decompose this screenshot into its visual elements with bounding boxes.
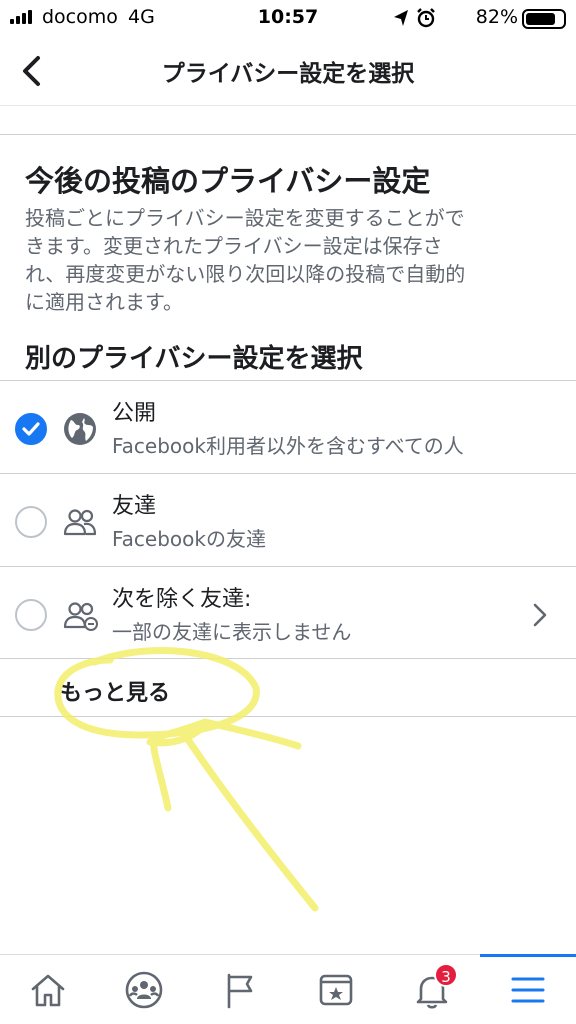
battery-icon	[522, 9, 566, 29]
page-title: プライバシー設定を選択	[161, 61, 415, 87]
checkmark-icon	[22, 422, 40, 436]
home-icon	[31, 974, 65, 1007]
tab-home[interactable]	[0, 955, 96, 1024]
tab-menu[interactable]	[480, 954, 576, 1024]
section-title: 今後の投稿のプライバシー設定	[25, 164, 431, 198]
privacy-option-public[interactable]: 公開 Facebook利用者以外を含むすべての人	[0, 380, 576, 473]
chevron-right-icon	[533, 603, 547, 627]
groups-icon	[125, 971, 163, 1009]
status-bar: docomo 4G 10:57 82%	[0, 0, 576, 34]
battery-percent: 82%	[475, 6, 518, 28]
radio-unselected[interactable]	[15, 599, 47, 631]
description-line: きます。変更されたプライバシー設定は保存さ	[25, 234, 443, 258]
privacy-option-list: 公開 Facebook利用者以外を含むすべての人 友達 Facebookの友達 …	[0, 380, 576, 659]
option-description: Facebookの友達	[112, 527, 266, 551]
see-more-label: もっと見る	[60, 681, 171, 706]
bottom-tab-bar: 3	[0, 954, 576, 1024]
location-arrow-icon	[394, 10, 408, 26]
tab-groups[interactable]	[96, 955, 192, 1024]
bookmark-icon	[319, 974, 353, 1006]
section-description: 投稿ごとにプライバシー設定を変更することがで きます。変更されたプライバシー設定…	[25, 204, 555, 316]
pages-flag-icon	[227, 973, 253, 1009]
privacy-option-friends-except[interactable]: 次を除く友達: 一部の友達に表示しません	[0, 566, 576, 659]
description-line: れ、再度変更がない限り次回以降の投稿で自動的	[25, 262, 466, 286]
tab-notifications[interactable]: 3	[384, 955, 480, 1024]
description-line: 投稿ごとにプライバシー設定を変更することがで	[25, 206, 465, 230]
friends-except-icon	[63, 602, 98, 631]
description-line: に適用されます。	[25, 290, 183, 314]
privacy-option-friends[interactable]: 友達 Facebookの友達	[0, 473, 576, 566]
option-label: 友達	[112, 494, 157, 519]
nav-header: プライバシー設定を選択	[0, 36, 576, 106]
option-description: 一部の友達に表示しません	[112, 620, 352, 644]
see-more-row[interactable]: もっと見る	[0, 659, 576, 717]
friends-icon	[63, 509, 97, 536]
option-description: Facebook利用者以外を含むすべての人	[112, 434, 464, 458]
menu-icon	[511, 977, 545, 1003]
option-label: 公開	[112, 401, 157, 426]
tab-pages[interactable]	[192, 955, 288, 1024]
globe-icon	[64, 413, 96, 445]
divider	[0, 134, 576, 135]
notification-badge: 3	[434, 963, 458, 987]
option-label: 次を除く友達:	[112, 587, 252, 612]
radio-selected[interactable]	[15, 413, 47, 445]
active-tab-indicator	[480, 954, 576, 957]
tab-watch-saved[interactable]	[288, 955, 384, 1024]
choose-privacy-title: 別のプライバシー設定を選択	[25, 344, 363, 374]
radio-unselected[interactable]	[15, 506, 47, 538]
alarm-clock-icon	[417, 8, 435, 28]
